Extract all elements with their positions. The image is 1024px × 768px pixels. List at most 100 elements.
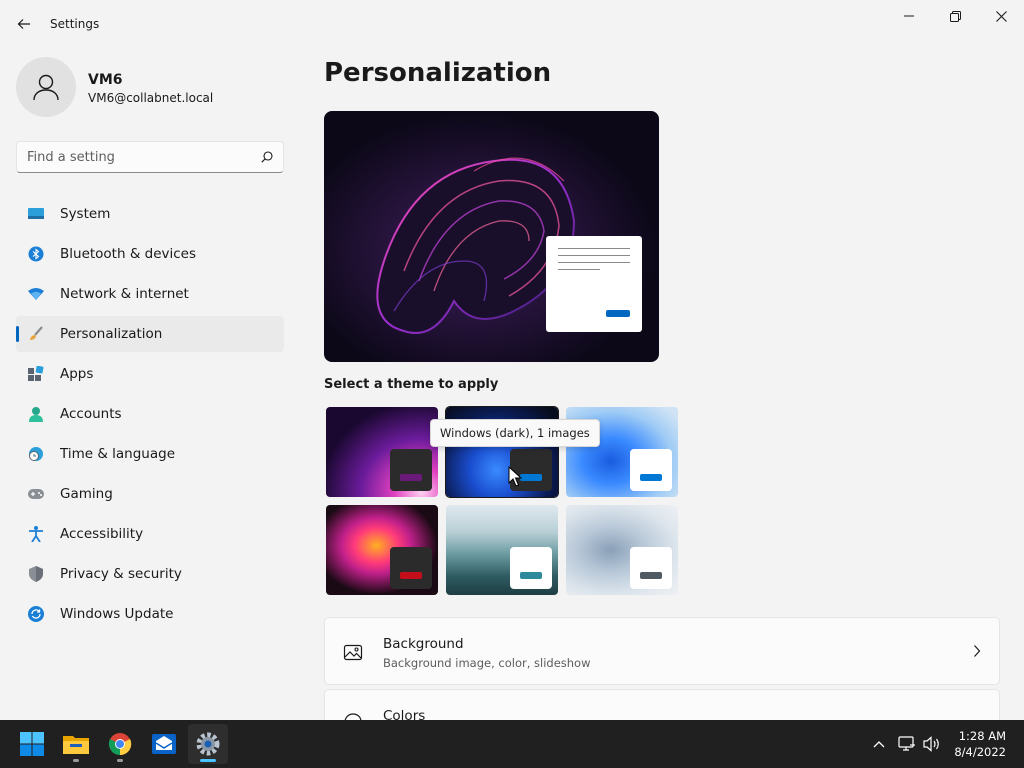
sidebar-item-network[interactable]: Network & internet <box>16 276 284 312</box>
preview-line <box>558 262 630 263</box>
mail-icon <box>152 734 176 754</box>
network-status[interactable] <box>894 720 920 768</box>
clock-time: 1:28 AM <box>958 729 1006 743</box>
running-indicator <box>200 759 216 762</box>
taskbar-file-explorer[interactable] <box>56 724 96 764</box>
sidebar-item-bluetooth[interactable]: Bluetooth & devices <box>16 236 284 272</box>
sidebar-item-label: Personalization <box>60 326 163 342</box>
gamepad-icon <box>28 486 44 502</box>
file-explorer-icon <box>63 736 89 754</box>
person-icon <box>33 74 59 101</box>
person-icon <box>28 406 44 422</box>
clock-date: 8/4/2022 <box>954 745 1006 759</box>
speaker-icon <box>923 736 939 752</box>
app-title: Settings <box>50 17 100 31</box>
system-icon <box>28 206 44 222</box>
swatch-accent <box>520 572 542 579</box>
network-icon <box>898 736 915 751</box>
settings-icon <box>196 732 220 756</box>
shield-icon <box>28 566 44 582</box>
sidebar-item-label: System <box>60 206 111 222</box>
restore-icon <box>949 10 961 22</box>
chevron-up-icon <box>873 741 885 748</box>
sidebar-item-label: Privacy & security <box>60 566 182 582</box>
sidebar-item-windows-update[interactable]: Windows Update <box>16 596 284 632</box>
picture-icon <box>343 644 363 661</box>
sidebar-item-label: Accounts <box>60 406 122 422</box>
running-indicator <box>73 759 79 762</box>
sidebar-item-label: Time & language <box>60 446 176 462</box>
bluetooth-icon <box>28 246 44 262</box>
update-icon <box>28 606 44 622</box>
preview-accent-button <box>606 310 630 317</box>
taskbar-chrome[interactable] <box>100 724 140 764</box>
wifi-icon <box>28 286 44 302</box>
running-indicator <box>117 759 123 762</box>
theme-sunrise-lake[interactable] <box>446 505 558 595</box>
theme-glow[interactable] <box>326 407 438 497</box>
sidebar-item-label: Gaming <box>60 486 113 502</box>
accessibility-icon <box>28 526 44 542</box>
preview-line <box>558 269 600 270</box>
sidebar-item-personalization[interactable]: Personalization <box>16 316 284 352</box>
search-placeholder: Find a setting <box>27 149 115 165</box>
avatar[interactable] <box>16 57 76 117</box>
chrome-icon <box>108 733 132 756</box>
title-bar: Settings <box>0 0 1024 48</box>
theme-swatch <box>630 449 672 491</box>
user-email: VM6@collabnet.local <box>88 91 214 105</box>
sidebar-item-label: Network & internet <box>60 286 189 302</box>
preview-line <box>558 248 630 249</box>
back-arrow-icon <box>17 19 30 29</box>
taskbar: 1:28 AM 8/4/2022 <box>0 720 1024 768</box>
chevron-right-icon <box>974 645 981 657</box>
sidebar-item-label: Windows Update <box>60 606 174 622</box>
mouse-cursor-icon <box>508 466 522 487</box>
tray-overflow-button[interactable] <box>868 720 890 768</box>
sidebar-nav: System Bluetooth & devices Network & int… <box>16 196 284 636</box>
search-icon[interactable] <box>251 151 283 163</box>
start-button[interactable] <box>12 724 52 764</box>
background-card[interactable]: Background Background image, color, slid… <box>324 617 1000 685</box>
theme-preview <box>324 111 659 362</box>
sidebar-item-label: Accessibility <box>60 526 144 542</box>
restore-button[interactable] <box>932 0 978 32</box>
sidebar-item-time-language[interactable]: Time & language <box>16 436 284 472</box>
search-input[interactable]: Find a setting <box>16 141 284 173</box>
sidebar-item-apps[interactable]: Apps <box>16 356 284 392</box>
sidebar-item-label: Apps <box>60 366 94 382</box>
paintbrush-icon <box>28 326 44 342</box>
theme-swatch <box>510 547 552 589</box>
sidebar-item-label: Bluetooth & devices <box>60 246 197 262</box>
apps-icon <box>28 366 44 382</box>
swatch-accent <box>400 474 422 481</box>
swatch-accent <box>400 572 422 579</box>
back-button[interactable] <box>10 10 38 38</box>
start-icon <box>20 732 44 756</box>
preview-line <box>558 255 630 256</box>
page-title: Personalization <box>324 58 552 88</box>
card-subtitle: Background image, color, slideshow <box>383 656 591 670</box>
minimize-button[interactable] <box>886 0 932 32</box>
swatch-accent <box>640 474 662 481</box>
minimize-icon <box>904 15 914 17</box>
theme-heading: Select a theme to apply <box>324 377 499 392</box>
sidebar-item-system[interactable]: System <box>16 196 284 232</box>
sidebar-item-accounts[interactable]: Accounts <box>16 396 284 432</box>
sidebar-item-privacy[interactable]: Privacy & security <box>16 556 284 592</box>
taskbar-clock[interactable]: 1:28 AM 8/4/2022 <box>954 728 1006 760</box>
theme-tooltip: Windows (dark), 1 images <box>430 419 600 447</box>
swatch-accent <box>520 474 542 481</box>
theme-flow[interactable] <box>566 505 678 595</box>
close-icon <box>995 10 1007 22</box>
volume-status[interactable] <box>920 720 944 768</box>
swatch-accent <box>640 572 662 579</box>
taskbar-settings[interactable] <box>188 724 228 764</box>
theme-swatch <box>390 449 432 491</box>
sidebar-item-accessibility[interactable]: Accessibility <box>16 516 284 552</box>
taskbar-mail[interactable] <box>144 724 184 764</box>
close-button[interactable] <box>978 0 1024 32</box>
theme-captured-motion[interactable] <box>326 505 438 595</box>
sidebar-item-gaming[interactable]: Gaming <box>16 476 284 512</box>
card-title: Background <box>383 636 464 652</box>
